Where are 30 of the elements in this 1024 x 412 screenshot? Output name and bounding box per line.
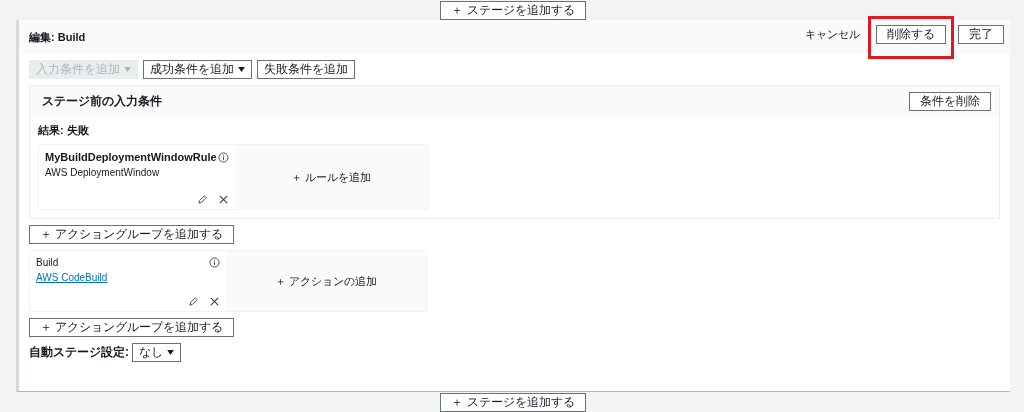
- close-icon[interactable]: [209, 296, 220, 307]
- add-action-group-button[interactable]: ＋ アクショングループを追加する: [29, 318, 235, 337]
- delete-button[interactable]: 削除する: [876, 24, 946, 44]
- edit-icon[interactable]: [188, 296, 199, 307]
- done-button[interactable]: 完了: [958, 24, 1004, 44]
- add-action-group-button[interactable]: ＋ アクショングループを追加する: [29, 225, 235, 244]
- delete-condition-button[interactable]: 条件を削除: [909, 92, 991, 111]
- edit-icon[interactable]: [197, 194, 208, 205]
- caret-icon: [167, 350, 174, 355]
- auto-stage-label: 自動ステージ設定:: [29, 344, 129, 361]
- editor-title: 編集: Build: [29, 29, 86, 45]
- action-name: Build: [36, 257, 59, 268]
- add-rule-button[interactable]: ＋ ルールを追加: [235, 145, 427, 209]
- add-action-button[interactable]: ＋ アクションの追加: [226, 251, 426, 311]
- caret-icon: [238, 67, 245, 72]
- add-stage-button[interactable]: ＋ ステージを追加する: [440, 0, 586, 20]
- cancel-link[interactable]: キャンセル: [801, 24, 864, 44]
- condition-button[interactable]: 失敗条件を追加: [257, 60, 355, 79]
- info-icon[interactable]: [218, 151, 229, 163]
- action-provider-link[interactable]: AWS CodeBuild: [36, 272, 108, 283]
- info-icon[interactable]: [209, 257, 220, 268]
- rule-name: MyBuildDeploymentWindowRule: [45, 151, 217, 163]
- caret-icon: [124, 67, 131, 72]
- result-label: 結果: 失敗: [38, 123, 90, 138]
- condition-panel-title: ステージ前の入力条件: [42, 93, 162, 110]
- auto-stage-dropdown[interactable]: なし: [132, 343, 181, 362]
- rule-provider: AWS DeploymentWindow: [45, 167, 161, 178]
- condition-dropdown[interactable]: 成功条件を追加: [143, 60, 252, 79]
- close-icon[interactable]: [218, 194, 229, 205]
- add-stage-button[interactable]: ＋ ステージを追加する: [440, 392, 586, 412]
